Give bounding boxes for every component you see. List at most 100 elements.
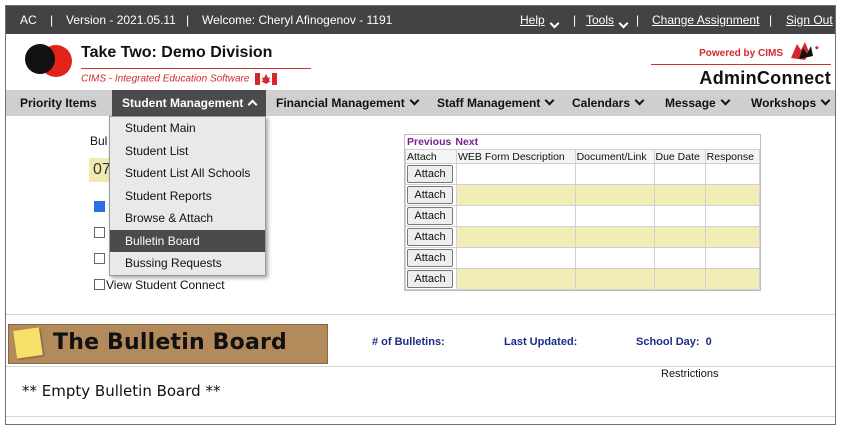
division-subtitle: CIMS - Integrated Education Software (81, 73, 278, 85)
welcome-label: Welcome: Cheryl Afinogenov - 1191 (202, 13, 393, 27)
restrictions-label: Restrictions (661, 368, 719, 380)
nav-label: Staff Management (437, 96, 541, 110)
attach-button[interactable]: Attach (407, 186, 453, 204)
separator: | (636, 13, 640, 27)
division-title: Take Two: Demo Division (81, 44, 273, 61)
checkbox-checked[interactable] (94, 201, 105, 212)
column-header: Attach (405, 149, 457, 164)
bul-label-fragment: Bul (90, 134, 108, 148)
chevron-down-icon (409, 95, 420, 106)
nav-item-message[interactable]: Message (665, 90, 731, 116)
grid-pager: Previous Next (405, 135, 760, 149)
divider (651, 64, 831, 65)
separator: | (186, 13, 190, 27)
web-form-grid: Previous Next Attach WEB Form Description… (404, 134, 761, 291)
menu-item-bussing-requests[interactable]: Bussing Requests (110, 252, 265, 275)
help-menu[interactable]: Help (520, 13, 560, 29)
table-row: Attach (405, 163, 761, 185)
chevron-down-icon (549, 18, 560, 29)
nav-item-priority-items[interactable]: Priority Items (20, 90, 97, 116)
nav-label: Student Management (122, 96, 244, 110)
nav-item-financial-management[interactable]: Financial Management (276, 90, 420, 116)
chevron-down-icon (618, 18, 629, 29)
grid-table: Attach WEB Form Description Document/Lin… (405, 149, 761, 290)
menu-item-student-reports[interactable]: Student Reports (110, 185, 265, 208)
nav-item-student-management[interactable]: Student Management (112, 90, 267, 116)
menu-item-student-main[interactable]: Student Main (110, 117, 265, 140)
attach-button[interactable]: Attach (407, 207, 453, 225)
bulletin-board-banner: The Bulletin Board (8, 324, 328, 364)
checkbox[interactable] (94, 253, 105, 264)
menu-item-browse-attach[interactable]: Browse & Attach (110, 207, 265, 230)
chevron-down-icon (634, 95, 645, 106)
menu-item-bulletin-board[interactable]: Bulletin Board (110, 229, 265, 252)
last-updated: Last Updated: (504, 336, 577, 348)
nav-item-workshops[interactable]: Workshops (751, 90, 831, 116)
chevron-up-icon (247, 99, 258, 110)
table-row: Attach (405, 247, 761, 269)
division-logo-icon (25, 44, 72, 77)
header: Take Two: Demo Division CIMS - Integrate… (6, 34, 835, 90)
main-nav: Priority Items Student Management Financ… (6, 90, 835, 116)
view-student-connect-label: View Student Connect (106, 278, 225, 292)
divider (81, 68, 311, 69)
menu-item-student-list-all-schools[interactable]: Student List All Schools (110, 162, 265, 185)
nav-label: Calendars (572, 96, 631, 110)
sign-out-link[interactable]: Sign Out (786, 13, 833, 27)
next-link[interactable]: Next (455, 136, 478, 148)
menu-item-student-list[interactable]: Student List (110, 140, 265, 163)
product-name: AdminConnect (699, 68, 831, 88)
table-row: Attach (405, 226, 761, 248)
attach-button[interactable]: Attach (407, 249, 453, 267)
column-header: Response (704, 149, 761, 164)
divider (6, 314, 835, 315)
chevron-down-icon (720, 95, 731, 106)
school-day-value: 0 (705, 336, 712, 348)
bulletin-board-title: The Bulletin Board (53, 330, 287, 355)
bulletin-count-label: # of Bulletins: (372, 336, 445, 348)
column-header: WEB Form Description (456, 149, 576, 164)
tools-menu[interactable]: Tools (586, 13, 629, 29)
bulletin-count: # of Bulletins: (372, 336, 445, 348)
nav-label: Priority Items (20, 96, 97, 110)
empty-bulletin-message: ** Empty Bulletin Board ** (22, 382, 221, 400)
attach-button[interactable]: Attach (407, 165, 453, 183)
sticky-note-icon (13, 327, 43, 359)
nav-item-calendars[interactable]: Calendars (572, 90, 645, 116)
ac-label: AC (20, 13, 37, 27)
attach-button[interactable]: Attach (407, 270, 453, 288)
checkbox[interactable] (94, 227, 105, 238)
powered-by-label: Powered by CIMS (699, 48, 783, 59)
table-row: Attach (405, 205, 761, 227)
nav-item-staff-management[interactable]: Staff Management (437, 90, 555, 116)
table-row: Attach (405, 268, 761, 290)
last-updated-label: Last Updated: (504, 336, 578, 348)
help-link[interactable]: Help (520, 13, 545, 27)
separator: | (573, 13, 577, 27)
divider (6, 416, 835, 417)
divider (6, 366, 835, 367)
column-header: Due Date (653, 149, 706, 164)
school-day-label: School Day: (636, 336, 700, 348)
app-window: AC | Version - 2021.05.11 | Welcome: Che… (5, 5, 836, 425)
cims-leaf-icon: ◆ (791, 42, 819, 60)
separator: | (769, 13, 773, 27)
tools-link[interactable]: Tools (586, 13, 614, 27)
attach-button[interactable]: Attach (407, 228, 453, 246)
nav-label: Workshops (751, 96, 817, 110)
chevron-down-icon (820, 95, 831, 106)
view-student-connect-checkbox[interactable] (94, 279, 105, 290)
previous-link[interactable]: Previous (407, 136, 451, 148)
school-day: School Day: 0 (636, 336, 712, 348)
grid-header-row: Attach WEB Form Description Document/Lin… (405, 149, 761, 164)
table-row: Attach (405, 184, 761, 206)
canada-flag-icon (255, 73, 278, 85)
svg-text:◆: ◆ (815, 45, 819, 51)
subtitle-text: CIMS - Integrated Education Software (81, 73, 250, 85)
student-management-dropdown: Student Main Student List Student List A… (109, 116, 266, 276)
column-header: Document/Link (574, 149, 655, 164)
version-label: Version - 2021.05.11 (66, 13, 176, 27)
chevron-down-icon (544, 95, 555, 106)
nav-label: Financial Management (276, 96, 405, 110)
change-assignment-link[interactable]: Change Assignment (652, 13, 759, 27)
